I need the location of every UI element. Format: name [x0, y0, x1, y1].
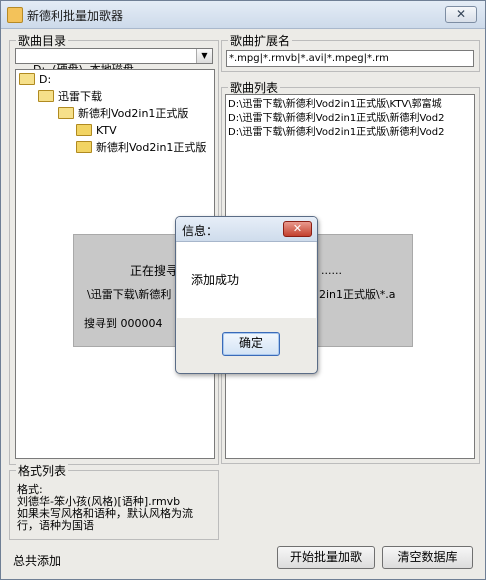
folder-open-icon — [19, 73, 35, 85]
tree-node-label: D: — [39, 73, 52, 86]
folder-icon — [76, 141, 92, 153]
start-batch-add-button[interactable]: 开始批量加歌 — [277, 546, 375, 569]
extension-group-label: 歌曲扩展名 — [228, 32, 293, 49]
chevron-down-icon[interactable]: ▼ — [196, 49, 212, 63]
tree-node-vod-sub[interactable]: 新德利Vod2in1正式版 — [76, 140, 206, 156]
tree-node-label: 新德利Vod2in1正式版 — [78, 107, 189, 120]
tree-node-ktv[interactable]: KTV — [76, 123, 117, 139]
tree-node-d-drive[interactable]: D: — [19, 72, 51, 88]
tree-node-vod[interactable]: 新德利Vod2in1正式版 — [58, 106, 188, 122]
search-path-right: 2in1正式版\*.a — [319, 288, 396, 301]
dialog-body: 添加成功 — [177, 242, 316, 318]
tree-node-label: 新德利Vod2in1正式版 — [96, 141, 207, 154]
window-close-button[interactable]: ✕ — [445, 6, 477, 23]
folder-icon — [76, 124, 92, 136]
directory-group-label: 歌曲目录 — [16, 32, 69, 49]
ok-button[interactable]: 确定 — [222, 332, 280, 356]
folder-open-icon — [38, 90, 54, 102]
app-icon — [7, 7, 23, 23]
dialog-title: 信息： — [182, 224, 219, 238]
dialog-message: 添加成功 — [191, 273, 240, 287]
list-item[interactable]: D:\迅雷下载\新德利Vod2in1正式版\KTV\郭富城 — [228, 98, 442, 111]
format-text: 格式: 刘德华-笨小孩(风格)[语种].rmvb 如果未写风格和语种，默认风格为… — [15, 479, 216, 536]
tree-node-xunlei[interactable]: 迅雷下载 — [38, 89, 102, 105]
main-window: 新德利批量加歌器 ✕ 歌曲目录 D: (硬盘) 本地磁盘 ▼ D: 迅雷下载 新… — [0, 0, 486, 580]
format-line: 行，语种为国语 — [17, 519, 94, 532]
folder-open-icon — [58, 107, 74, 119]
clear-database-button[interactable]: 清空数据库 — [382, 546, 473, 569]
dialog-close-button[interactable]: ✕ — [283, 221, 312, 237]
tree-node-label: KTV — [96, 124, 117, 137]
tree-node-label: 迅雷下载 — [58, 90, 102, 103]
window-title: 新德利批量加歌器 — [27, 9, 124, 23]
search-path-left: \迅雷下载\新德利 — [87, 288, 172, 301]
searching-ellipsis: ...... — [321, 264, 342, 277]
extension-input[interactable]: *.mpg|*.rmvb|*.avi|*.mpeg|*.rm — [226, 50, 474, 67]
list-item[interactable]: D:\迅雷下载\新德利Vod2in1正式版\新德利Vod2 — [228, 112, 444, 125]
format-group-label: 格式列表 — [16, 462, 69, 479]
searching-label: 正在搜寻 — [130, 264, 179, 278]
total-added-label: 总共添加 — [13, 554, 62, 568]
info-dialog: 信息： ✕ 添加成功 确定 — [175, 216, 318, 374]
drive-select[interactable]: D: (硬盘) 本地磁盘 ▼ — [15, 48, 213, 76]
list-item[interactable]: D:\迅雷下载\新德利Vod2in1正式版\新德利Vod2 — [228, 126, 444, 139]
found-count: 搜寻到 000004 — [84, 317, 163, 330]
dialog-title-bar[interactable]: 信息： ✕ — [176, 217, 317, 242]
title-bar[interactable]: 新德利批量加歌器 ✕ — [1, 1, 485, 29]
